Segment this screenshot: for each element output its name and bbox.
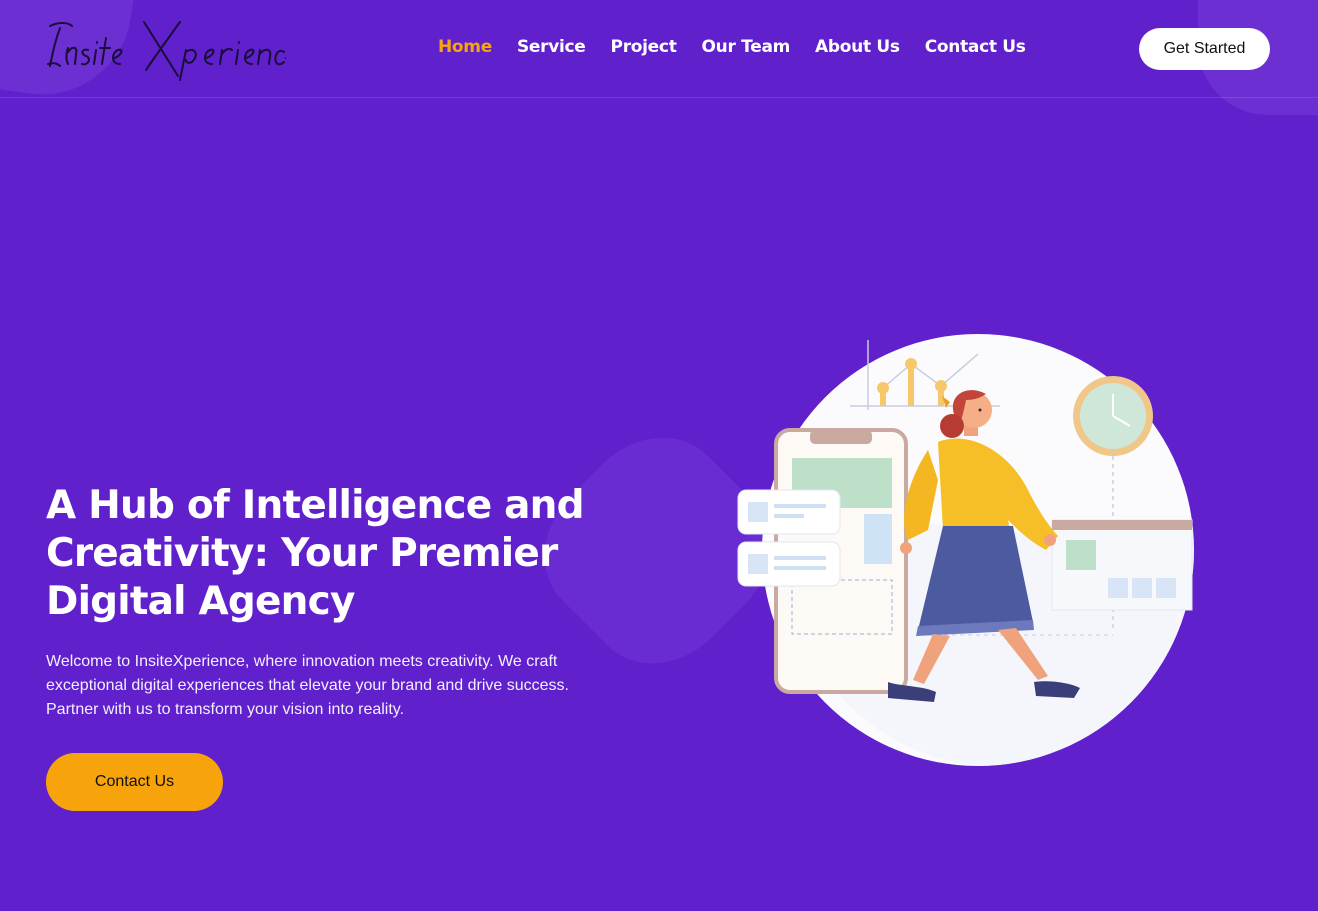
nav-link-service[interactable]: Service (517, 37, 586, 61)
main-nav: Home Service Project Our Team About Us C… (438, 37, 1026, 61)
nav-link-project[interactable]: Project (611, 37, 677, 61)
nav-link-home[interactable]: Home (438, 37, 492, 61)
nav-link-contact-us[interactable]: Contact Us (925, 37, 1026, 61)
brand-logo[interactable] (46, 14, 286, 82)
logo-script-icon (47, 21, 286, 81)
woman-walking-illustration-icon (737, 334, 1194, 766)
hero-illustration (728, 330, 1198, 770)
nav-link-our-team[interactable]: Our Team (702, 37, 791, 61)
nav-link-about-us[interactable]: About Us (815, 37, 900, 61)
contact-us-button[interactable]: Contact Us (46, 753, 223, 811)
get-started-button[interactable]: Get Started (1139, 28, 1270, 70)
hero-title: A Hub of Intelligence and Creativity: Yo… (46, 483, 585, 624)
hero-description: Welcome to InsiteXperience, where innova… (46, 653, 569, 718)
site-header: Home Service Project Our Team About Us C… (0, 0, 1318, 98)
